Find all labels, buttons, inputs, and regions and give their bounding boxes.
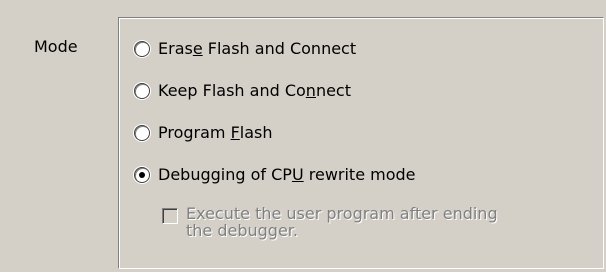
radio-debugging-of-cpu-rewrite-mode[interactable]: Debugging of CPU rewrite mode [134, 164, 416, 186]
radio-keep-flash-and-connect[interactable]: Keep Flash and Connect [134, 80, 351, 102]
checkbox-icon[interactable] [162, 208, 178, 224]
checkbox-label: Execute the user program after ending the… [186, 204, 498, 240]
radio-button-icon[interactable] [134, 125, 150, 141]
radio-erase-flash-and-connect[interactable]: Erase Flash and Connect [134, 38, 356, 60]
dialog-panel: Mode Erase Flash and Connect Keep Flash … [0, 0, 606, 272]
radio-label: Debugging of CPU rewrite mode [158, 165, 416, 184]
radio-label: Keep Flash and Connect [158, 81, 351, 100]
checkbox-execute-user-program[interactable]: Execute the user program after ending the… [162, 205, 546, 239]
radio-button-icon[interactable] [134, 83, 150, 99]
radio-label: Program Flash [158, 123, 273, 142]
radio-label: Erase Flash and Connect [158, 39, 357, 58]
radio-program-flash[interactable]: Program Flash [134, 122, 273, 144]
radio-button-selected-icon[interactable] [134, 167, 150, 183]
mode-label: Mode [34, 37, 78, 56]
radio-button-icon[interactable] [134, 41, 150, 57]
